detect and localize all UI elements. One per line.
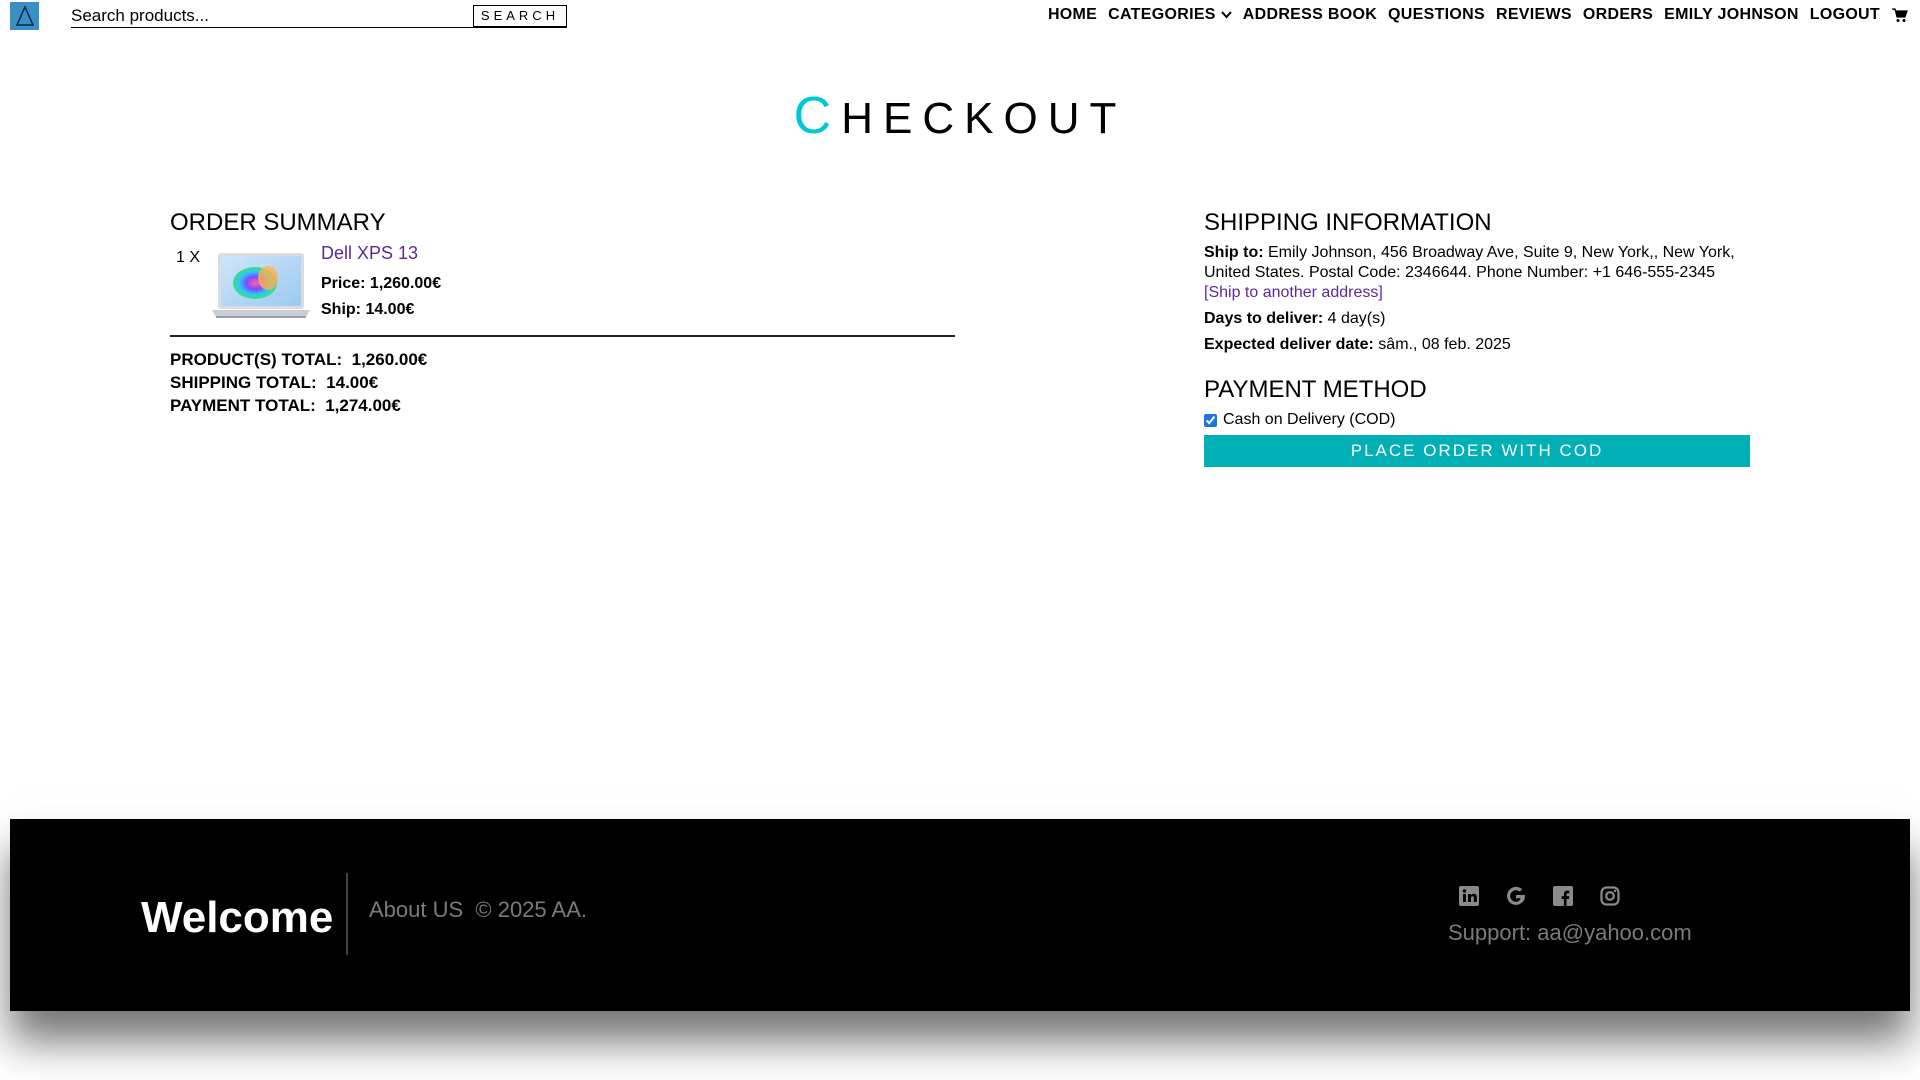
footer-divider [346,873,348,955]
shipping-total: SHIPPING TOTAL: 14.00€ [170,373,379,392]
expected-value: sâm., 08 feb. 2025 [1378,336,1511,353]
logo-icon [15,5,34,26]
footer-about[interactable]: About US © 2025 AA. [369,897,587,923]
cod-option[interactable]: Cash on Delivery (COD) [1204,411,1395,429]
days-to-deliver: Days to deliver: 4 day(s) [1204,309,1764,329]
payment-heading: PAYMENT METHOD [1204,376,1427,403]
place-order-button[interactable]: PLACE ORDER WITH COD [1204,435,1750,467]
product-shipping: Ship: 14.00€ [321,301,415,318]
chevron-down-icon [1221,11,1232,19]
nav-reviews[interactable]: REVIEWS [1496,6,1572,24]
days-value: 4 day(s) [1327,310,1386,327]
product-price: Price: 1,260.00€ [321,275,442,292]
summary-divider [170,335,955,337]
expected-delivery: Expected deliver date: sâm., 08 feb. 202… [1204,335,1764,355]
cod-checkbox[interactable] [1204,413,1217,427]
nav-logout[interactable]: LOGOUT [1810,6,1880,24]
footer-support[interactable]: Support: aa@yahoo.com [1448,920,1692,946]
nav-home[interactable]: HOME [1048,6,1097,24]
product-name-link[interactable]: Dell XPS 13 [321,243,418,264]
days-label: Days to deliver: [1204,310,1324,327]
cart-icon[interactable] [1892,7,1908,23]
ship-to-address: Emily Johnson, 456 Broadway Ave, Suite 9… [1204,244,1735,281]
page-title-initial: C [793,87,842,145]
nav-categories[interactable]: CATEGORIES [1108,6,1232,24]
google-icon[interactable] [1505,885,1527,907]
ship-to: Ship to: Emily Johnson, 456 Broadway Ave… [1204,243,1764,283]
products-total: PRODUCT(S) TOTAL: 1,260.00€ [170,350,428,369]
page-title: CHECKOUT [0,86,1920,146]
instagram-icon[interactable] [1599,885,1621,907]
ship-to-another-address-link[interactable]: [Ship to another address] [1204,284,1383,301]
order-totals: PRODUCT(S) TOTAL: 1,260.00€ SHIPPING TOT… [170,348,427,417]
search-bar: SEARCH [71,5,567,28]
item-quantity: 1 X [176,249,201,266]
nav-address-book[interactable]: ADDRESS BOOK [1243,6,1377,24]
logo[interactable] [10,2,39,30]
product-image[interactable] [210,250,312,324]
page-title-rest: HECKOUT [841,94,1127,143]
search-button[interactable]: SEARCH [473,5,567,27]
nav-orders[interactable]: ORDERS [1583,6,1653,24]
main-nav: HOME CATEGORIES ADDRESS BOOK QUESTIONS R… [1037,6,1908,24]
nav-questions[interactable]: QUESTIONS [1388,6,1485,24]
search-input[interactable] [71,5,461,27]
shipping-details: Ship to: Emily Johnson, 456 Broadway Ave… [1204,243,1764,355]
social-links [1458,885,1621,907]
expected-label: Expected deliver date: [1204,336,1374,353]
ship-to-label: Ship to: [1204,244,1264,261]
linkedin-icon[interactable] [1458,885,1480,907]
footer-welcome: Welcome [141,893,334,942]
payment-total: PAYMENT TOTAL: 1,274.00€ [170,396,401,415]
footer: Welcome About US © 2025 AA. Support: aa@… [10,819,1910,1011]
cod-label: Cash on Delivery (COD) [1223,411,1396,428]
nav-user[interactable]: EMILY JOHNSON [1664,6,1799,24]
shipping-heading: SHIPPING INFORMATION [1204,209,1492,236]
facebook-icon[interactable] [1552,885,1574,907]
nav-categories-label: CATEGORIES [1108,6,1216,23]
order-summary-heading: ORDER SUMMARY [170,209,386,236]
